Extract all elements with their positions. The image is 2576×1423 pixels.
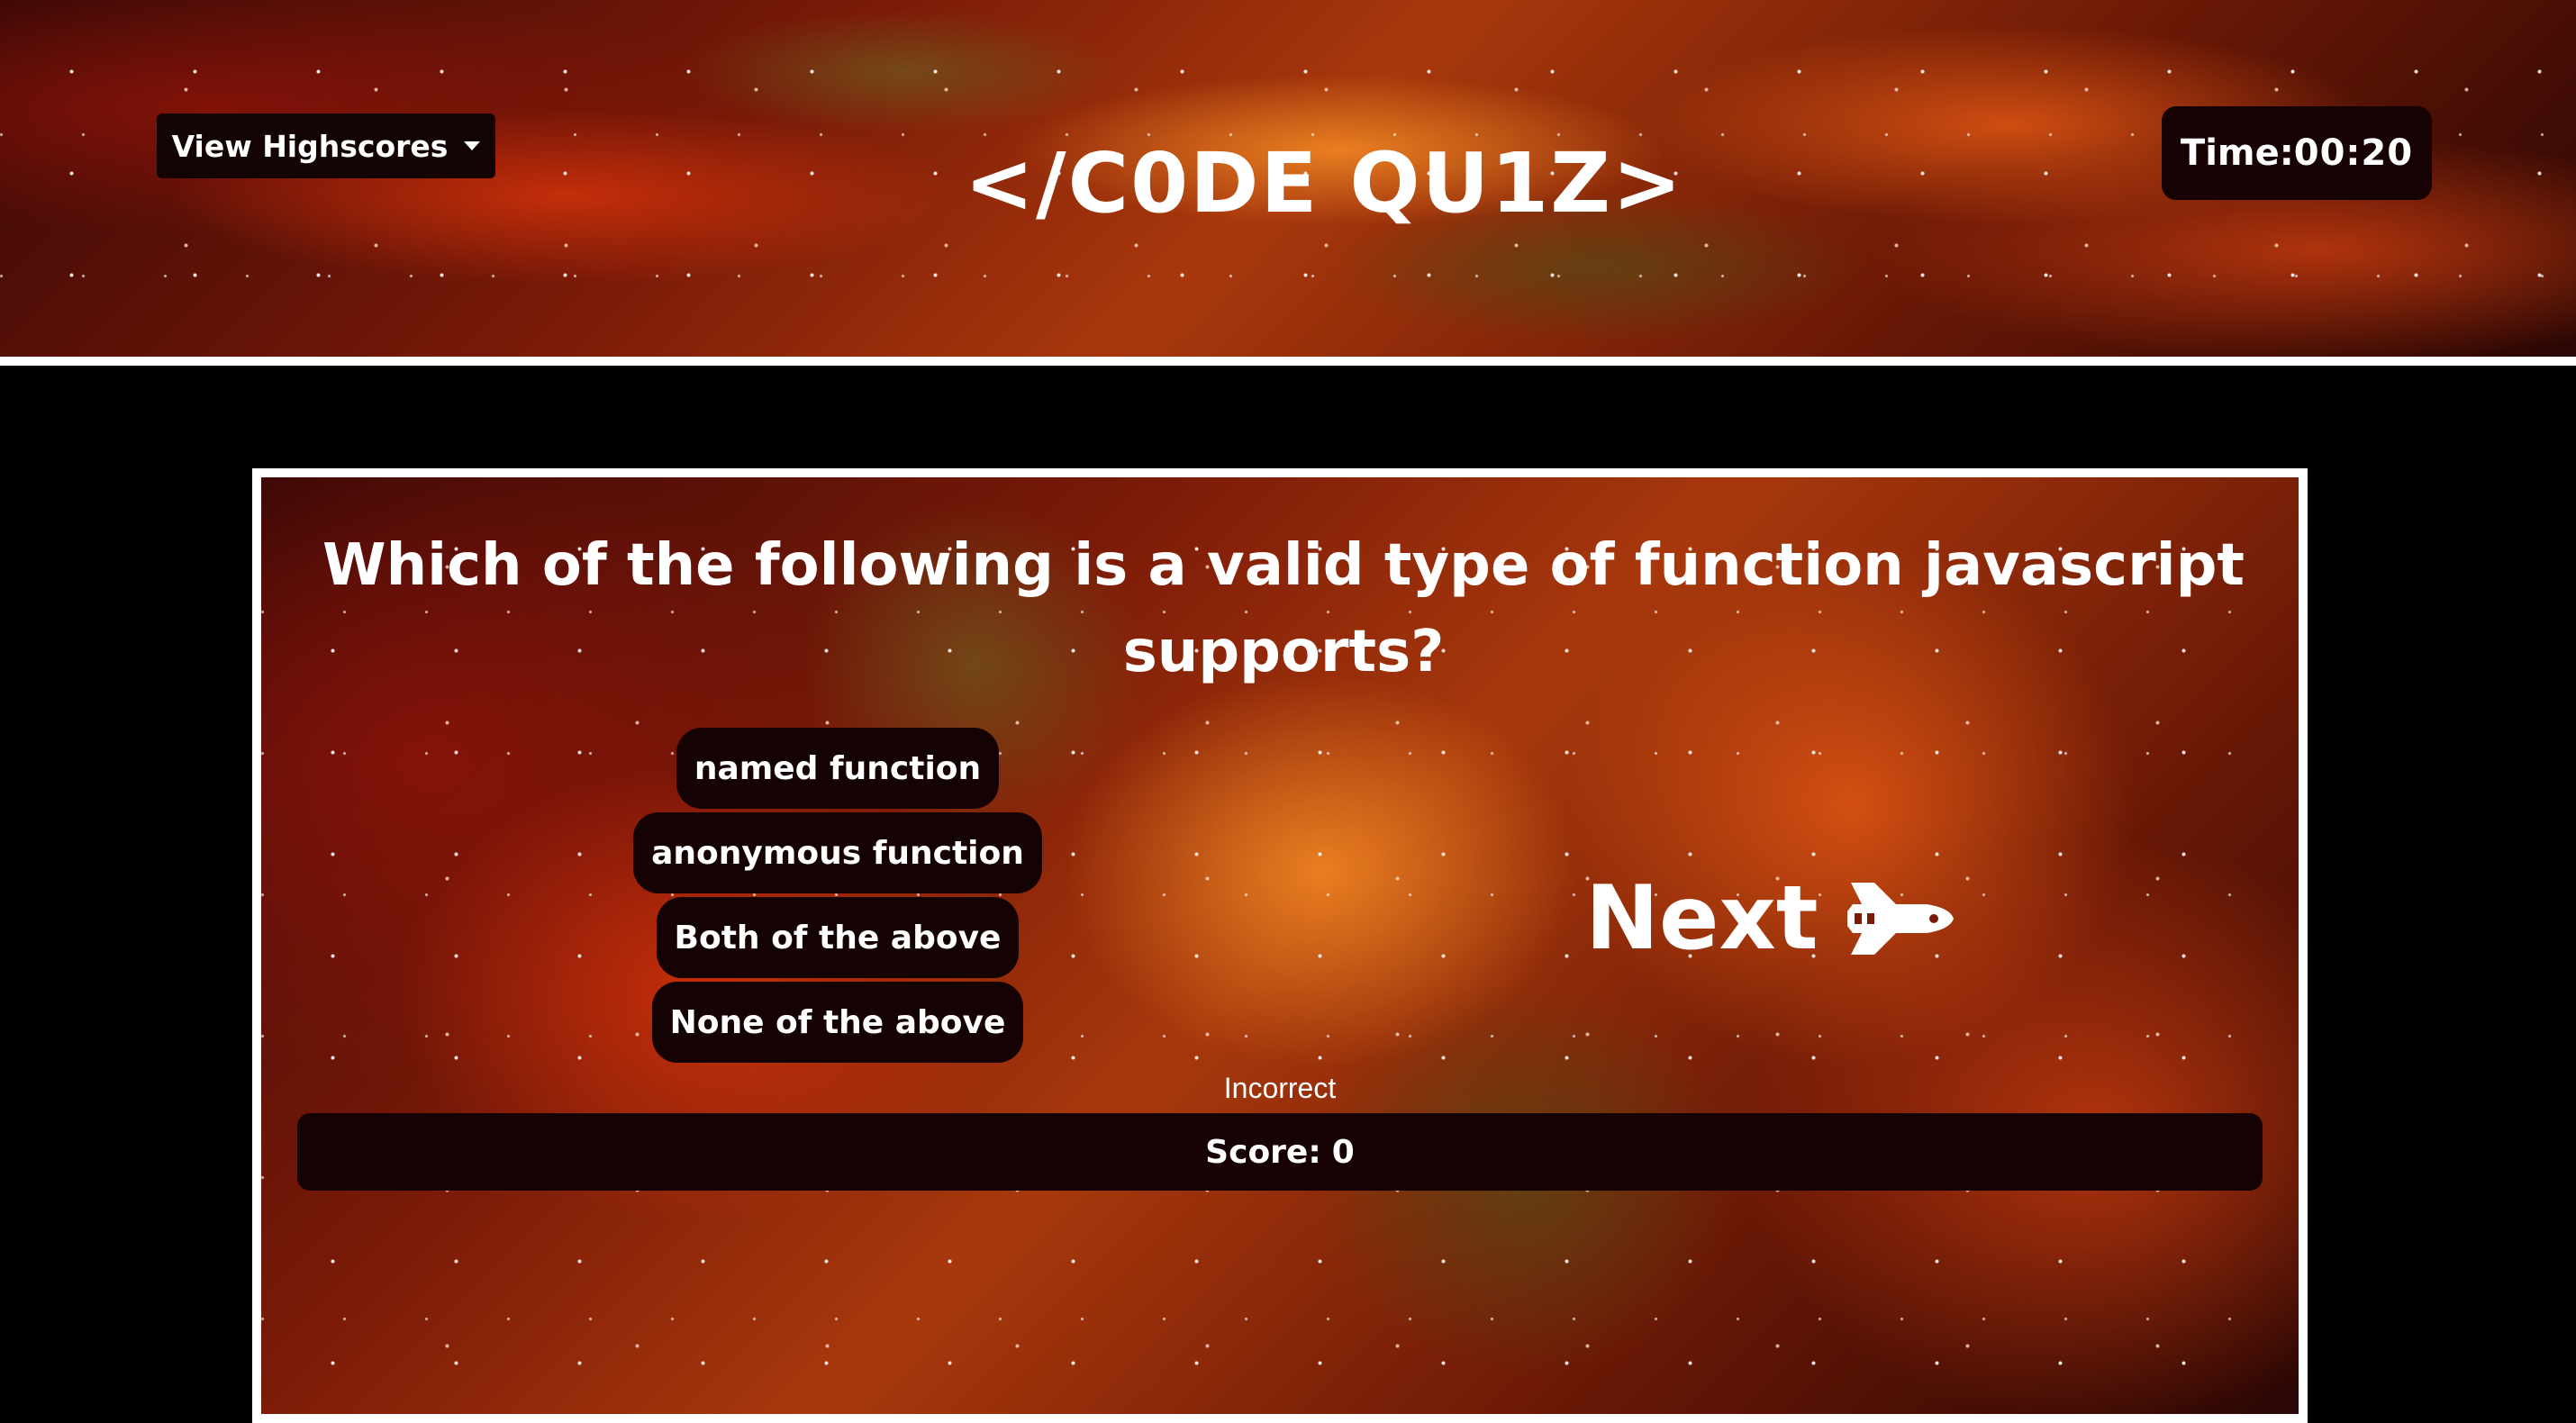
score-value: 0: [1331, 1133, 1355, 1171]
quiz-card: Which of the following is a valid type o…: [252, 468, 2308, 1423]
app-title: </C0DE QU1Z>: [964, 134, 1684, 231]
answer-button-both[interactable]: Both of the above: [656, 897, 1020, 978]
score-label: Score:: [1205, 1133, 1321, 1171]
header-divider: [0, 357, 2576, 366]
timer-value: 00:20: [2293, 132, 2414, 174]
space-shuttle-icon: [1846, 883, 1954, 955]
answer-feedback: Incorrect: [1223, 1072, 1337, 1104]
next-button[interactable]: Next: [1585, 847, 2036, 991]
timer-label: Time:: [2180, 132, 2294, 174]
view-highscores-dropdown[interactable]: View Highscores: [157, 113, 495, 178]
answer-button-anonymous-function[interactable]: anonymous function: [633, 812, 1042, 893]
answer-list: named function anonymous function Both o…: [567, 728, 1108, 1063]
highscores-label: View Highscores: [171, 128, 449, 164]
caret-down-icon: [464, 141, 481, 150]
answer-button-named-function[interactable]: named function: [676, 728, 1000, 809]
timer-display: Time: 00:20: [2162, 106, 2432, 200]
answer-button-none[interactable]: None of the above: [651, 982, 1024, 1063]
question-text: Which of the following is a valid type o…: [322, 532, 2245, 685]
score-bar: Score: 0: [297, 1113, 2263, 1191]
header-banner: View Highscores </C0DE QU1Z> Time: 00:20: [0, 0, 2576, 357]
next-label: Next: [1585, 867, 1819, 970]
